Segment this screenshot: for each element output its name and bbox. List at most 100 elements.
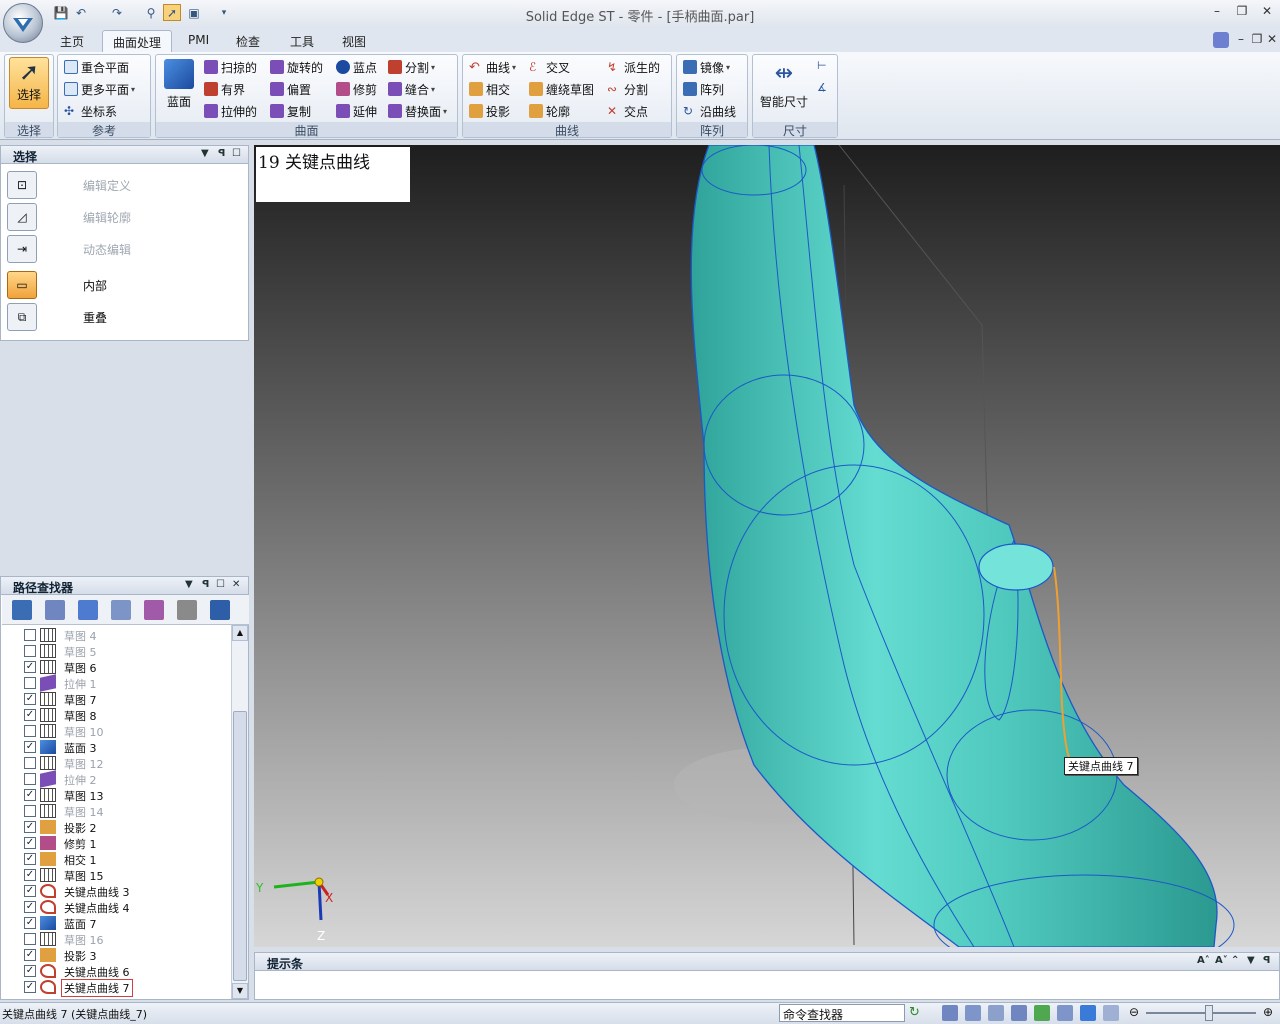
coordinate-system-button[interactable]: ✣ 坐标系 [64,101,117,121]
trim-button[interactable]: 修剪 [336,79,377,99]
pane-menu-icon[interactable]: ▼ [201,148,209,159]
sketch-view-icon[interactable] [144,600,164,620]
tree-view-icon[interactable] [12,600,32,620]
undo-icon[interactable]: ↶ [72,4,90,21]
visibility-checkbox[interactable]: ✓ [24,741,36,753]
revolved-button[interactable]: 旋转的 [270,57,323,77]
tree-item[interactable]: ✓ 关键点曲线 6 [2,963,230,979]
fit-icon[interactable] [988,1005,1004,1021]
filter-icon[interactable] [177,600,197,620]
more-planes-button[interactable]: 更多平面 ▾ [64,79,135,99]
zoom-slider-thumb[interactable] [1205,1005,1213,1021]
tree-item[interactable]: ✓ 相交 1 [2,851,230,867]
distance-icon[interactable]: ⊢ [817,59,831,73]
visibility-checkbox[interactable]: ✓ [24,661,36,673]
visibility-checkbox[interactable]: ✓ [24,837,36,849]
select-button[interactable]: ➚ 选择 [9,57,49,109]
visibility-checkbox[interactable]: ✓ [24,869,36,881]
extend-button[interactable]: 延伸 [336,101,377,121]
bounded-button[interactable]: 有界 [204,79,245,99]
settings-icon[interactable] [210,600,230,620]
doc-close-button[interactable]: ✕ [1263,32,1280,48]
model-view[interactable] [254,145,1280,947]
font-larger-icon[interactable]: A˄ [1197,955,1210,966]
features-icon[interactable] [45,600,65,620]
visibility-checkbox[interactable]: ✓ [24,917,36,929]
tree-item[interactable]: ✓ 蓝面 7 [2,915,230,931]
pane-menu-icon[interactable]: ▼ [1247,955,1255,966]
inside-item[interactable]: ▭ 内部 [7,270,243,300]
curve-button[interactable]: ↶ 曲线 ▾ [469,57,516,77]
tree-item[interactable]: 草图 10 [2,723,230,739]
visibility-checkbox[interactable]: ✓ [24,821,36,833]
save-icon[interactable]: 💾 [52,4,70,21]
tree-item[interactable]: ✓ 关键点曲线 4 [2,899,230,915]
along-curve-button[interactable]: ↻ 沿曲线 [683,101,736,121]
visibility-checkbox[interactable] [24,645,36,657]
dynamic-edit-item[interactable]: ⇥ 动态编辑 [7,234,243,264]
tree-item[interactable]: ✓ 投影 2 [2,819,230,835]
visibility-checkbox[interactable]: ✓ [24,965,36,977]
scroll-up-icon[interactable]: ▲ [232,625,248,641]
tab-pmi[interactable]: PMI [178,30,219,52]
visibility-checkbox[interactable] [24,773,36,785]
pane-menu-icon[interactable]: ▼ [185,579,193,590]
tab-home[interactable]: 主页 [50,30,94,52]
zoom-out-icon[interactable]: ⊖ [1126,1005,1142,1021]
tree-item[interactable]: ✓ 草图 13 [2,787,230,803]
tab-inspect[interactable]: 检查 [226,30,270,52]
tree-item[interactable]: ✓ 关键点曲线 3 [2,883,230,899]
tree-item[interactable]: ✓ 草图 7 [2,691,230,707]
zoom-in-icon[interactable]: ⊕ [1260,1005,1276,1021]
rotate-icon[interactable] [1034,1005,1050,1021]
visibility-checkbox[interactable]: ✓ [24,949,36,961]
tree-item[interactable]: 草图 14 [2,803,230,819]
pane-pin-icon[interactable]: ꟼ [202,579,209,590]
graphics-window[interactable] [254,145,1280,947]
visibility-checkbox[interactable] [24,725,36,737]
zoom-area-icon[interactable] [942,1005,958,1021]
contour-button[interactable]: 轮廓 [529,101,570,121]
tree-item[interactable]: ✓ 蓝面 3 [2,739,230,755]
pane-float-icon[interactable]: ☐ [216,579,225,590]
application-menu-button[interactable] [3,3,43,43]
key-point-bump[interactable] [978,543,1054,591]
visibility-checkbox[interactable]: ✓ [24,709,36,721]
visibility-checkbox[interactable] [24,757,36,769]
redo-icon[interactable]: ↷ [108,4,126,21]
visibility-checkbox[interactable]: ✓ [24,853,36,865]
derived-button[interactable]: ↯ 派生的 [607,57,660,77]
layers-icon[interactable] [111,600,131,620]
zoom-icon[interactable] [965,1005,981,1021]
visibility-checkbox[interactable] [24,629,36,641]
pane-pin-icon[interactable]: ꟼ [1263,955,1270,966]
tab-surfacing[interactable]: 曲面处理 [102,30,173,52]
tree-item[interactable]: 草图 4 [2,627,230,643]
extruded-button[interactable]: 拉伸的 [204,101,257,121]
tree-item[interactable]: 草图 12 [2,755,230,771]
smart-dimension-button[interactable]: ⇹ 智能尺寸 [755,57,813,110]
help-pointer-icon[interactable]: ⚲ [142,4,160,21]
tree-item[interactable]: 草图 5 [2,643,230,659]
stitch-button[interactable]: 缝合 ▾ [388,79,435,99]
angle-icon[interactable]: ∡ [817,81,831,95]
tree-item[interactable]: ✓ 修剪 1 [2,835,230,851]
font-smaller-icon[interactable]: A˅ [1215,955,1228,966]
tree-item[interactable]: ✓ 草图 6 [2,659,230,675]
visibility-checkbox[interactable] [24,933,36,945]
project-button[interactable]: 投影 [469,101,510,121]
visibility-checkbox[interactable]: ✓ [24,789,36,801]
assembly-icon[interactable] [78,600,98,620]
qa-customize-icon[interactable]: ▾ [215,4,233,21]
visibility-checkbox[interactable]: ✓ [24,901,36,913]
tab-tools[interactable]: 工具 [280,30,324,52]
help-book-icon[interactable] [1213,32,1229,48]
swept-button[interactable]: 扫掠的 [204,57,257,77]
part-icon[interactable]: ▣ [185,4,203,21]
intersect-button[interactable]: 相交 [469,79,510,99]
command-finder-input[interactable]: 命令查找器 [779,1004,905,1022]
curve-split-button[interactable]: ∾ 分割 [607,79,648,99]
handle-surface[interactable] [690,145,1218,947]
pan-icon[interactable] [1011,1005,1027,1021]
collapse-icon[interactable]: ⌃ [1231,955,1239,966]
